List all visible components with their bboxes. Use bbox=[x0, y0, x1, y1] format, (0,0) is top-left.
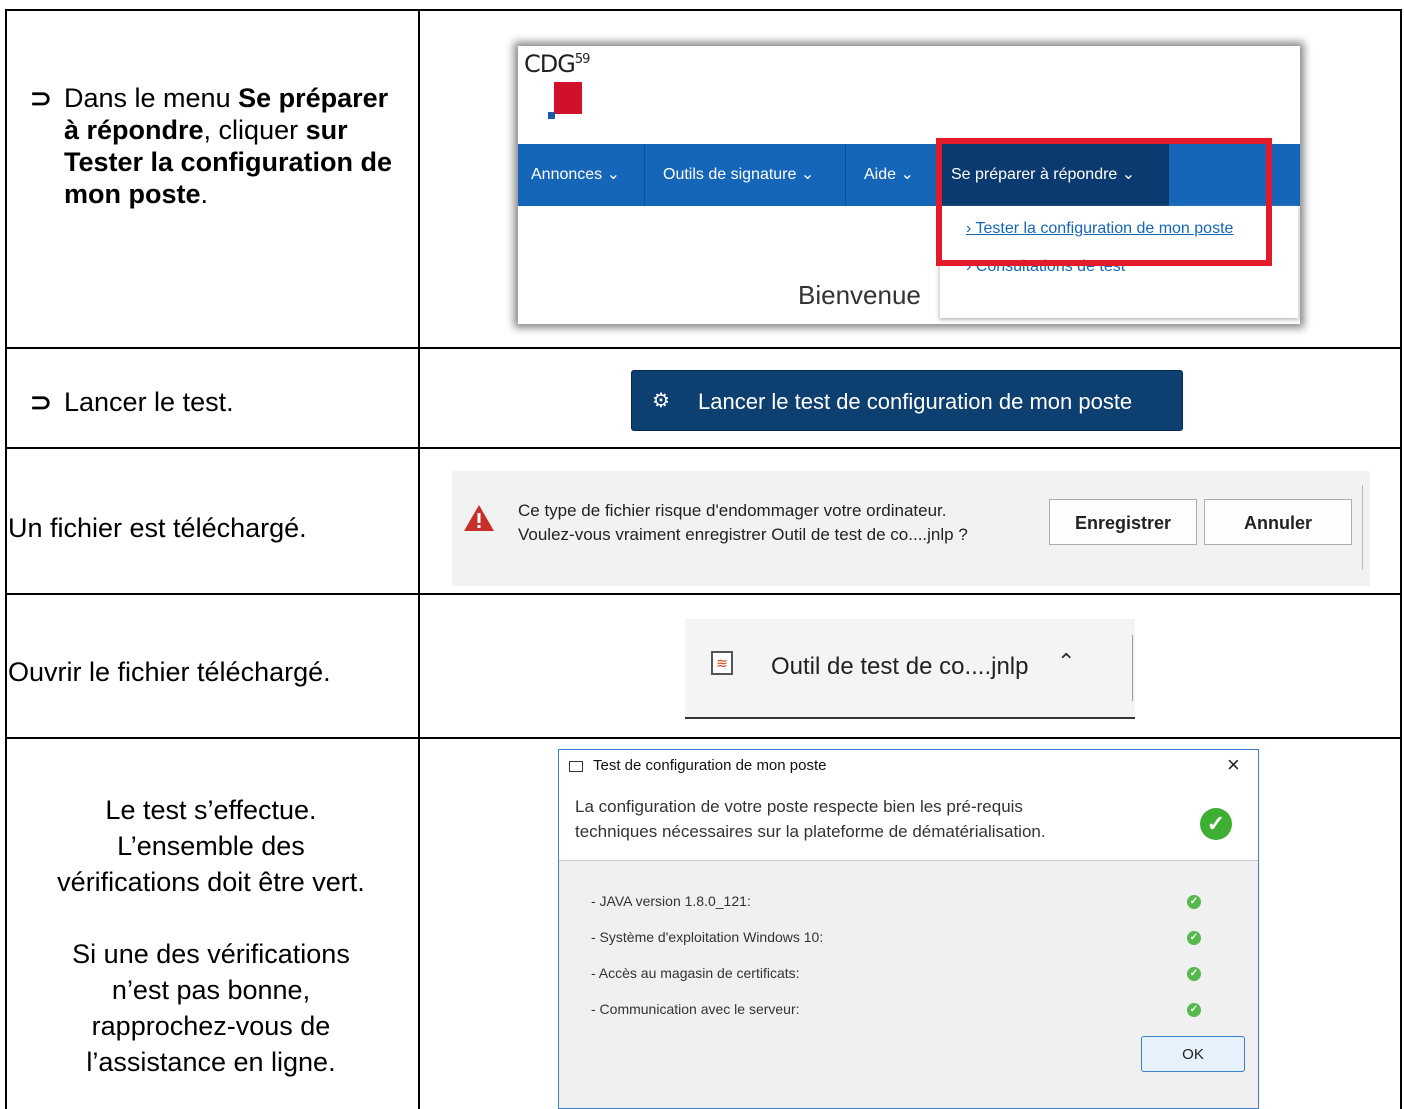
download-warning-bar: Ce type de fichier risque d'endommager v… bbox=[452, 471, 1370, 586]
highlight-box bbox=[936, 138, 1272, 266]
nav-annonces[interactable]: Annonces ⌄ bbox=[531, 144, 620, 206]
row4-instruction: Ouvrir le fichier téléchargé. bbox=[8, 657, 331, 687]
row5-instruction: Le test s’effectue. L’ensemble des vérif… bbox=[57, 795, 365, 1077]
dialog-summary: La configuration de votre poste respecte… bbox=[559, 784, 1258, 861]
check-ok-icon: ✓ bbox=[1187, 931, 1201, 945]
check-ok-icon: ✓ bbox=[1187, 1003, 1201, 1017]
chevron-up-icon[interactable]: ⌃ bbox=[1057, 649, 1075, 675]
summary-message: La configuration de votre poste respecte… bbox=[575, 797, 1046, 841]
save-button[interactable]: Enregistrer bbox=[1049, 499, 1197, 545]
check-os: - Système d'exploitation Windows 10: bbox=[591, 929, 824, 945]
welcome-text: Bienvenue bbox=[798, 280, 921, 310]
bar-divider bbox=[1362, 485, 1363, 570]
table-border-right bbox=[1400, 9, 1402, 1109]
launch-test-button[interactable]: ⚙ Lancer le test de configuration de mon… bbox=[631, 370, 1183, 431]
row1-instruction: ⊃ Dans le menu Se préparer à répondre, c… bbox=[30, 82, 410, 210]
nav-aide[interactable]: Aide ⌄ bbox=[864, 144, 914, 206]
check-ok-icon: ✓ bbox=[1187, 967, 1201, 981]
success-check-icon: ✓ bbox=[1200, 808, 1232, 840]
row-divider bbox=[5, 347, 1402, 349]
row2-instruction: ⊃ Lancer le test. bbox=[30, 387, 234, 417]
arrow-bullet-icon: ⊃ bbox=[30, 387, 52, 417]
cdg-logo: CDG59 bbox=[524, 50, 590, 78]
check-certificates: - Accès au magasin de certificats: bbox=[591, 965, 800, 981]
dialog-titlebar: Test de configuration de mon poste × bbox=[559, 750, 1258, 784]
row-divider bbox=[5, 593, 1402, 595]
arrow-bullet-icon: ⊃ bbox=[30, 83, 52, 113]
column-divider bbox=[418, 9, 420, 1109]
gears-icon: ⚙ bbox=[652, 390, 670, 412]
check-ok-icon: ✓ bbox=[1187, 895, 1201, 909]
dialog-title: Test de configuration de mon poste bbox=[593, 757, 827, 774]
config-test-dialog: Test de configuration de mon poste × La … bbox=[558, 749, 1259, 1109]
chevron-down-icon: ⌄ bbox=[606, 166, 621, 183]
logo-red-square bbox=[554, 82, 582, 114]
chevron-down-icon: ⌄ bbox=[900, 166, 914, 183]
table-border-left bbox=[5, 9, 7, 1109]
downloaded-file-item[interactable]: ≋ Outil de test de co....jnlp ⌃ bbox=[685, 619, 1135, 719]
row3-instruction: Un fichier est téléchargé. bbox=[8, 513, 307, 543]
row1-instruction-text: Dans le menu Se préparer à répondre, cli… bbox=[64, 83, 393, 209]
ok-button[interactable]: OK bbox=[1141, 1036, 1245, 1072]
logo-blue-square bbox=[548, 112, 555, 119]
chevron-down-icon: ⌄ bbox=[800, 166, 815, 183]
downloaded-file-name: Outil de test de co....jnlp bbox=[771, 653, 1029, 680]
item-separator bbox=[1132, 635, 1133, 701]
table-border-top bbox=[5, 9, 1402, 11]
nav-separator bbox=[845, 144, 846, 206]
warning-icon bbox=[464, 505, 494, 531]
check-server: - Communication avec le serveur: bbox=[591, 1001, 800, 1017]
row-divider bbox=[5, 737, 1402, 739]
row-divider bbox=[5, 447, 1402, 449]
close-icon[interactable]: × bbox=[1227, 752, 1240, 778]
cancel-button[interactable]: Annuler bbox=[1204, 499, 1352, 545]
check-java: - JAVA version 1.8.0_121: bbox=[591, 893, 751, 909]
nav-outils-signature[interactable]: Outils de signature ⌄ bbox=[663, 144, 814, 206]
window-icon bbox=[569, 761, 583, 772]
download-warning-message: Ce type de fichier risque d'endommager v… bbox=[518, 501, 968, 544]
nav-separator bbox=[644, 144, 645, 206]
java-file-icon: ≋ bbox=[711, 651, 733, 675]
